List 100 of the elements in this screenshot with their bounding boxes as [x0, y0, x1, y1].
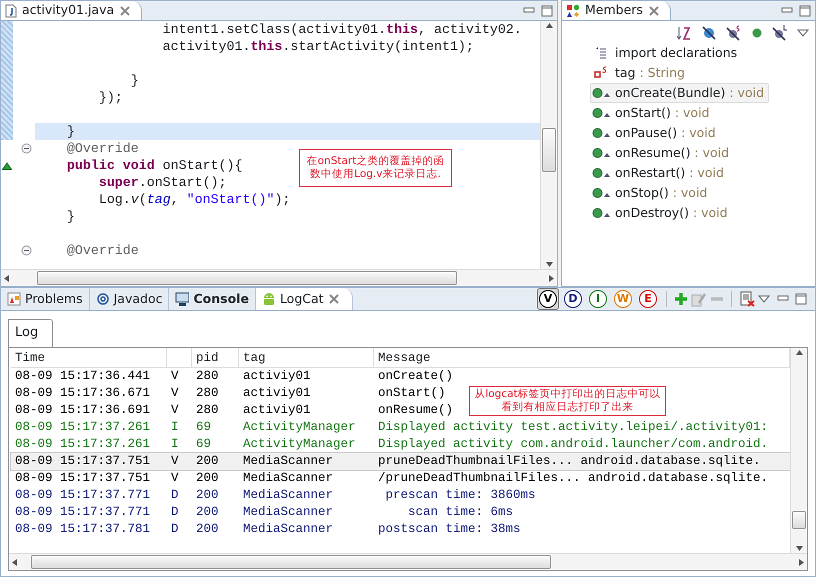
table-cell-text: 08-09 15:17:36.691: [14, 402, 152, 418]
close-icon[interactable]: [119, 4, 132, 16]
table-cell-text: D: [170, 520, 180, 538]
view-tab[interactable]: LogCat: [256, 288, 353, 310]
table-cell: Displayed activity test.activity.leipei/.activity01:: [378, 418, 768, 436]
tab-title: Members: [585, 1, 643, 20]
table-cell-text: prescan time: 3860ms: [384, 486, 536, 504]
column-header[interactable]: Time: [11, 348, 167, 366]
member-type: : void: [680, 124, 716, 140]
table-cell-text: 08-09 15:17:36.441: [14, 368, 152, 384]
member-item[interactable]: onDestroy() : void: [562, 203, 815, 223]
table-cell-text: 280: [195, 384, 220, 402]
table-cell-text: V: [170, 452, 180, 470]
tab-title: Problems: [25, 290, 83, 308]
method-icon: [592, 206, 612, 220]
member-item[interactable]: onPause() : void: [562, 123, 815, 143]
member-name: onDestroy(): [615, 204, 689, 220]
log-level-button[interactable]: D: [562, 288, 584, 310]
member-name: onCreate(Bundle): [615, 84, 726, 100]
member-item[interactable]: onStop() : void: [562, 183, 815, 203]
members-icon: [566, 4, 580, 18]
scroll-thumb[interactable]: [542, 128, 556, 172]
sort-icon[interactable]: [676, 25, 692, 41]
view-tab[interactable]: Problems: [1, 288, 90, 310]
table-cell-text: 08-09 15:17:37.751: [14, 470, 152, 486]
table-cell-text: activiy01: [242, 384, 312, 402]
member-name: onPause(): [615, 124, 678, 140]
hide-local-icon[interactable]: [772, 25, 788, 41]
column-header[interactable]: pid: [192, 348, 239, 366]
log-tab[interactable]: Log: [8, 319, 54, 346]
member-item[interactable]: onResume() : void: [562, 143, 815, 163]
collapse-icon[interactable]: [21, 143, 32, 154]
member-type: : void: [672, 184, 708, 200]
horizontal-scrollbar[interactable]: [9, 553, 807, 570]
tab-title: LogCat: [280, 290, 324, 308]
log-level-button[interactable]: I: [587, 288, 609, 310]
maximize-icon[interactable]: [795, 293, 807, 305]
scroll-thumb[interactable]: [792, 510, 806, 528]
table-cell-text: 08-09 15:17:37.261: [14, 436, 152, 452]
view-tab[interactable]: Console: [169, 288, 256, 310]
maximize-icon[interactable]: [541, 4, 553, 16]
add-icon[interactable]: [674, 292, 688, 306]
scroll-thumb[interactable]: [31, 555, 551, 569]
java-file-icon: [5, 4, 17, 18]
members-tab[interactable]: Members: [562, 1, 671, 20]
table-cell-text: 08-09 15:17:36.671: [14, 384, 152, 402]
close-icon[interactable]: [648, 4, 660, 16]
table-cell-text: MediaScanner: [242, 520, 334, 538]
member-item[interactable]: onStart() : void: [562, 103, 815, 123]
view-menu-icon[interactable]: [797, 28, 809, 38]
code-line: }: [130, 72, 139, 89]
member-item[interactable]: onRestart() : void: [562, 163, 815, 183]
vertical-scrollbar[interactable]: [540, 21, 557, 269]
table-cell: pruneDeadThumbnailFiles... android.database.sqlite.: [378, 452, 761, 470]
hide-static-icon[interactable]: [726, 25, 742, 41]
table-cell-text: 08-09 15:17:37.261: [14, 418, 152, 436]
table-cell-text: 200: [195, 452, 220, 470]
code-line: @Override: [66, 242, 139, 259]
scroll-up-icon[interactable]: [794, 348, 804, 356]
log-level-button[interactable]: E: [637, 288, 659, 310]
table-cell-text: 08-09 15:17:37.771: [14, 504, 152, 520]
table-cell-text: V: [170, 470, 180, 486]
table-cell-text: V: [170, 368, 180, 384]
member-item[interactable]: import declarations: [562, 43, 815, 63]
member-item[interactable]: tag : String: [562, 63, 815, 83]
tab-title: activity01.java: [22, 1, 114, 20]
table-cell-text: MediaScanner: [242, 504, 334, 520]
table-cell: /pruneDeadThumbnailFiles... android.database.sqlite.: [378, 470, 768, 486]
public-member-icon[interactable]: [751, 27, 763, 39]
problems-icon: [7, 292, 21, 306]
member-type: : void: [693, 144, 730, 160]
table-cell-text: D: [170, 486, 180, 504]
vertical-scrollbar[interactable]: [790, 348, 807, 553]
table-cell-text: scan time: 6ms: [407, 504, 514, 520]
member-item[interactable]: onCreate(Bundle) : void: [590, 83, 770, 103]
collapse-icon[interactable]: [21, 245, 32, 256]
table-cell: Displayed activity com.android.launcher/com.android.: [378, 436, 768, 452]
view-menu-icon[interactable]: [758, 294, 770, 304]
scroll-thumb[interactable]: [37, 271, 457, 285]
member-type: : void: [688, 164, 724, 180]
column-header[interactable]: tag: [239, 348, 374, 366]
selected-row[interactable]: 08-09 15:17:37.751 V 200 MediaScanner pruneDeadThumbnailFiles... android.database.sqlite.: [11, 452, 790, 470]
code-line: Log.v(tag, "onStart()");: [98, 191, 290, 208]
table-cell-text: activiy01: [242, 368, 312, 384]
monitor-icon: [175, 292, 190, 306]
method-icon: [592, 126, 612, 140]
view-tab[interactable]: Javadoc: [90, 288, 170, 310]
horizontal-scrollbar[interactable]: [1, 269, 557, 286]
editor-tab[interactable]: activity01.java: [1, 1, 142, 20]
method-icon: [592, 106, 612, 120]
close-icon[interactable]: [328, 293, 340, 305]
maximize-icon[interactable]: [799, 4, 811, 16]
table-cell-text: 08-09 15:17:37.781: [14, 520, 152, 538]
log-level-button[interactable]: V: [537, 288, 559, 310]
clear-log-icon[interactable]: [739, 291, 755, 307]
code-line: super.onStart();: [98, 174, 227, 191]
hide-fields-icon[interactable]: [701, 25, 717, 41]
code-line: public void onStart(){: [66, 157, 242, 174]
member-name: onStop(): [615, 184, 669, 200]
android-icon: [262, 292, 276, 306]
